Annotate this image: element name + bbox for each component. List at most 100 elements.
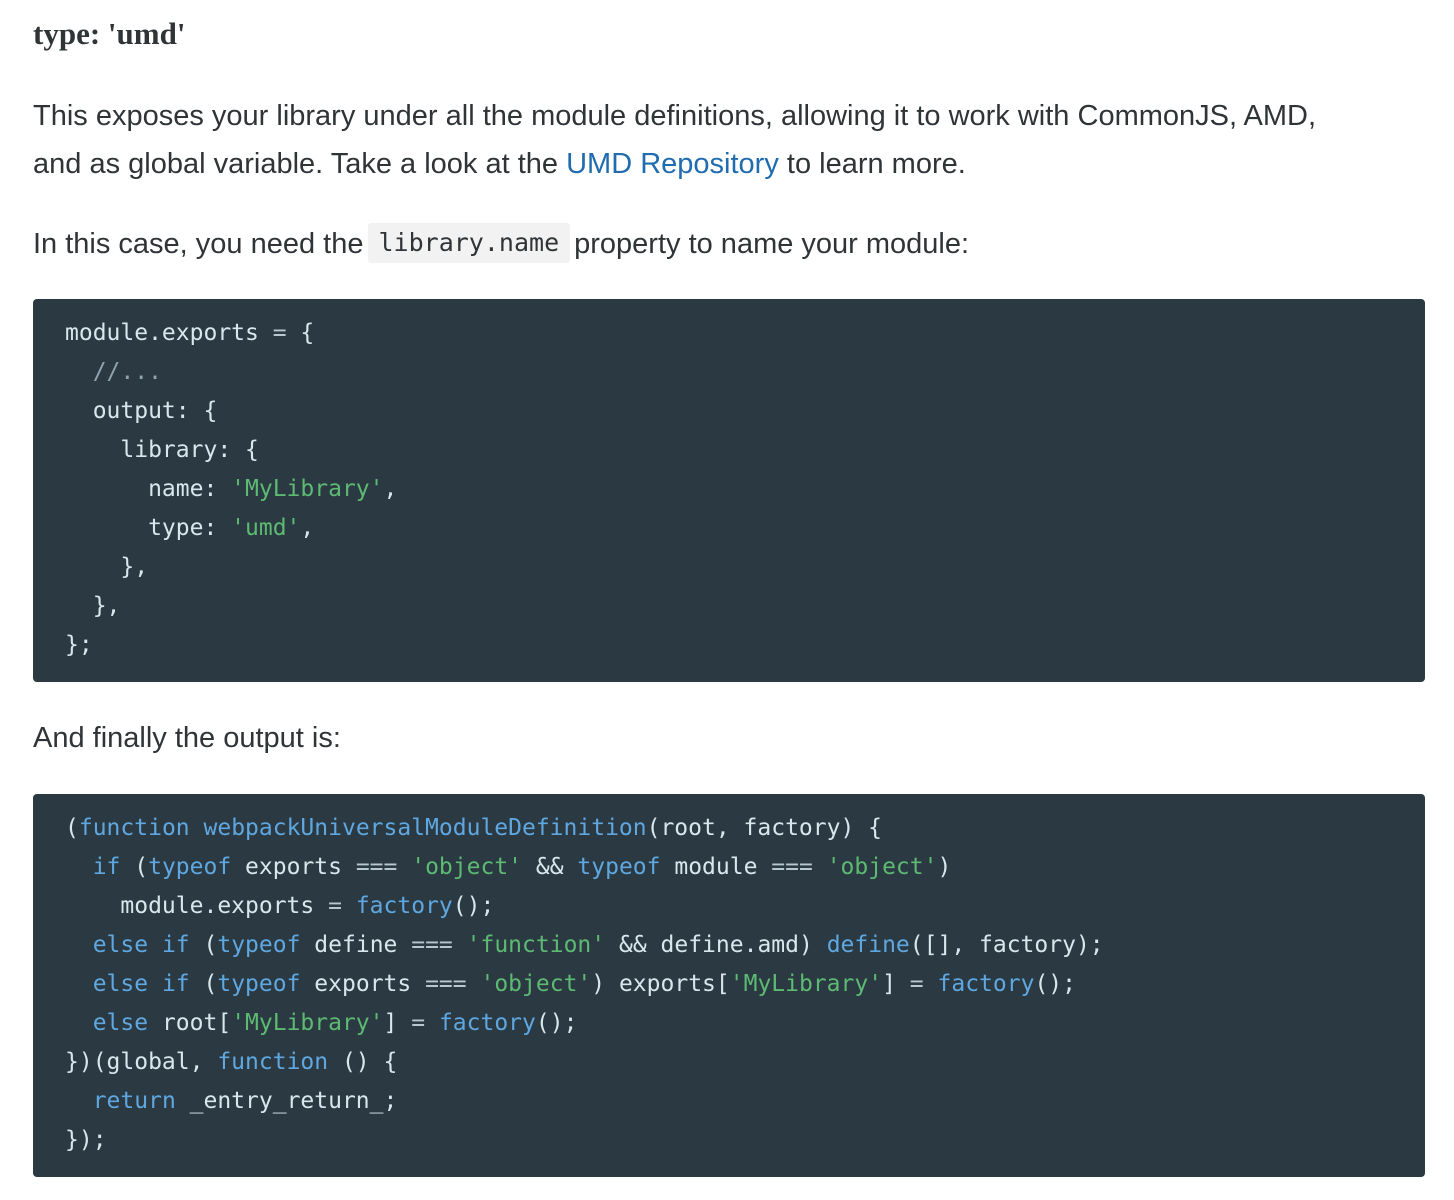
code-token: 'MyLibrary' [231, 476, 384, 502]
code-token: ( [65, 815, 79, 841]
code-token: webpackUniversalModuleDefinition [203, 815, 647, 841]
code-line: module.exports = { [65, 314, 1393, 353]
code-token: module.exports [65, 320, 273, 346]
output-intro-paragraph: And finally the output is: [33, 722, 341, 754]
code-token: 'function' [466, 932, 606, 958]
code-token: }, [65, 554, 149, 580]
code-token: (); [1034, 971, 1076, 997]
intro-line-2-suffix: to learn more. [778, 148, 966, 180]
code-token: typeof [577, 854, 661, 880]
code-line: }, [65, 548, 1393, 587]
code-token: = [909, 971, 924, 997]
code-token: define [300, 932, 412, 958]
code-token: { [286, 320, 315, 346]
code-token: ] [882, 971, 910, 997]
intro-line-1: This exposes your library under all the … [33, 100, 1316, 132]
code-token: && define.amd) [605, 932, 827, 958]
intro-line-2: and as global variable. Take a look at t… [33, 140, 1316, 188]
code-line: module.exports = factory(); [65, 887, 1393, 926]
code-line: output: { [65, 392, 1393, 431]
code-line: }, [65, 587, 1393, 626]
code-token: _entry_return_; [175, 1088, 398, 1114]
code-token: (); [535, 1010, 578, 1036]
code-token: 'umd' [231, 515, 301, 541]
code-token: 'MyLibrary' [729, 971, 883, 997]
code-line: library: { [65, 431, 1393, 470]
code-line: else if (typeof define === 'function' &&… [65, 926, 1393, 965]
code-token: ( [189, 971, 218, 997]
code-line: return _entry_return_; [65, 1082, 1393, 1121]
intro-line-2-prefix: and as global variable. Take a look at t… [33, 148, 567, 180]
code-token: module.exports [65, 893, 329, 919]
code-token: === [771, 854, 813, 880]
code-token: 'object' [826, 854, 938, 880]
code-token: factory [937, 971, 1035, 997]
umd-repository-link[interactable]: UMD Repository [566, 148, 779, 180]
code-token: 'object' [411, 854, 523, 880]
code-token: factory [355, 893, 453, 919]
code-line: })(global, function () { [65, 1043, 1393, 1082]
code-token: }, [65, 593, 121, 619]
code-token: ] [383, 1010, 412, 1036]
code-token: 'MyLibrary' [231, 1010, 384, 1036]
code-token: 'object' [480, 971, 592, 997]
code-token: = [411, 1010, 426, 1036]
code-token: else [92, 1010, 149, 1036]
code-token: = [272, 320, 287, 346]
case-suffix: property to name your module: [574, 228, 970, 260]
code-token: if [92, 854, 121, 880]
inline-code-library-name: library.name [367, 223, 571, 263]
code-line: else if (typeof exports === 'object') ex… [65, 965, 1393, 1004]
code-line: name: 'MyLibrary', [65, 470, 1393, 509]
config-code-block[interactable]: module.exports = { //... output: { libra… [33, 299, 1425, 682]
code-token: //... [92, 359, 162, 385]
code-token: }); [65, 1127, 107, 1153]
code-token: if [161, 971, 190, 997]
code-token: ( [189, 932, 218, 958]
code-token: && [522, 854, 578, 880]
code-token: exports [231, 854, 356, 880]
code-token: === [425, 971, 467, 997]
code-line: else root['MyLibrary'] = factory(); [65, 1004, 1393, 1043]
code-token: else [92, 932, 149, 958]
code-token: root[ [148, 1010, 232, 1036]
code-token: typeof [217, 932, 301, 958]
code-token: library: { [65, 437, 259, 463]
code-line: }; [65, 626, 1393, 665]
code-token: if [161, 932, 190, 958]
output-code-block[interactable]: (function webpackUniversalModuleDefiniti… [33, 794, 1425, 1177]
code-token: module [660, 854, 772, 880]
intro-paragraph: This exposes your library under all the … [33, 92, 1316, 188]
code-token: output: { [65, 398, 218, 424]
code-line: if (typeof exports === 'object' && typeo… [65, 848, 1393, 887]
code-token: === [411, 932, 453, 958]
section-heading: type: 'umd' [33, 16, 186, 51]
code-line: //... [65, 353, 1393, 392]
code-token: ) exports[ [591, 971, 730, 997]
code-token: define [826, 932, 910, 958]
code-token: factory [438, 1010, 536, 1036]
code-line: type: 'umd', [65, 509, 1393, 548]
code-token: return [92, 1088, 176, 1114]
case-prefix: In this case, you need the [33, 228, 364, 260]
code-token: ( [120, 854, 149, 880]
code-line: }); [65, 1121, 1393, 1160]
code-token: ([], factory); [909, 932, 1104, 958]
code-token: = [328, 893, 342, 919]
code-token: name: [65, 476, 232, 502]
code-token: === [355, 854, 398, 880]
code-token: () { [328, 1049, 398, 1075]
